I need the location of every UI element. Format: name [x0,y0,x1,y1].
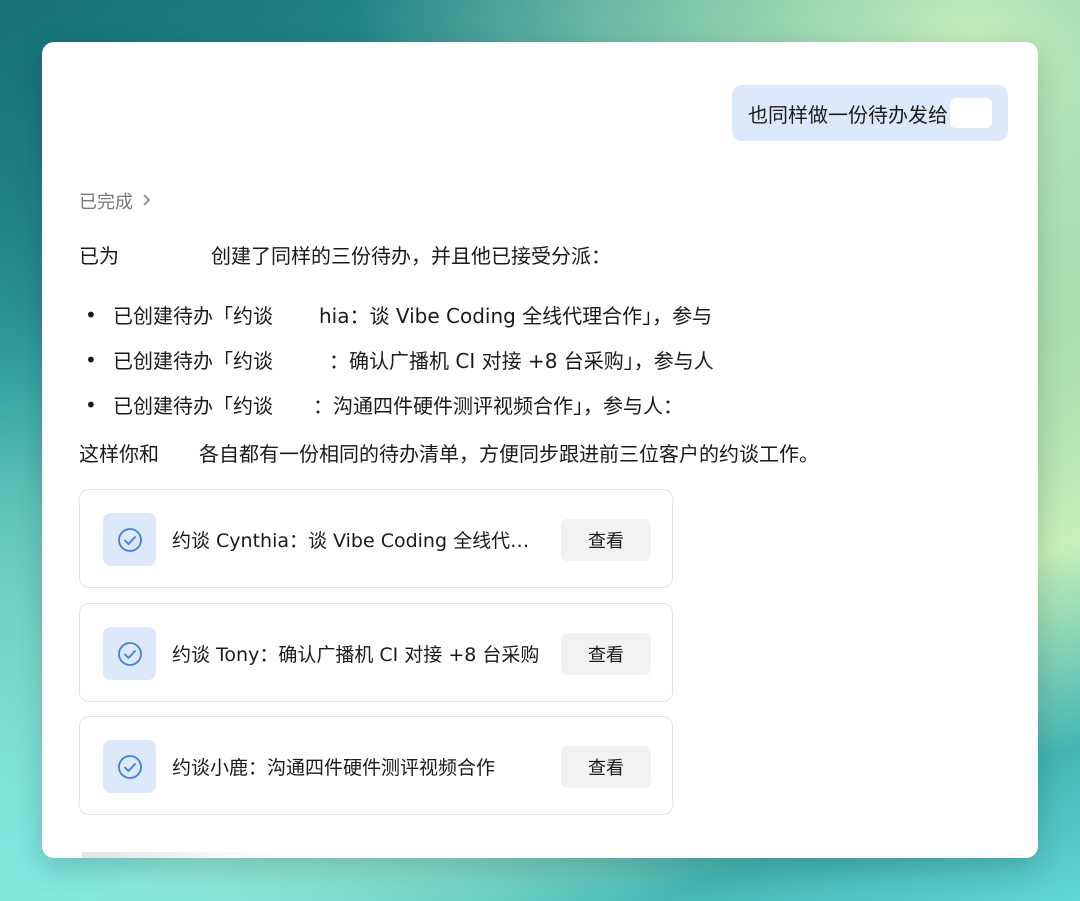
bullet-dot: • [85,302,97,327]
list-item: • 已创建待办「约谈 ：沟通四件硬件测评视频合作」，参与人： [79,382,739,427]
bullet-text-left: 已创建待办「约谈 [113,304,273,328]
user-message-bubble: 也同样做一份待办发给 [732,85,1008,141]
status-toggle[interactable]: 已完成 [79,188,151,214]
reply-closing: 这样你和 各自都有一份相同的待办清单，方便同步跟进前三位客户的约谈工作。 [79,438,819,467]
view-button[interactable]: 查看 [561,519,651,561]
todo-card[interactable]: 约谈 Tony：确认广播机 CI 对接 +8 台采购 查看 [79,603,673,702]
closing-prefix: 这样你和 [79,442,159,466]
bullet-dot: • [85,392,97,417]
bullet-text-left: 已创建待办「约谈 [113,349,273,373]
status-label: 已完成 [79,192,133,213]
closing-suffix: 各自都有一份相同的待办清单，方便同步跟进前三位客户的约谈工作。 [199,442,819,466]
view-button[interactable]: 查看 [561,633,651,675]
todo-card-title: 约谈 Tony：确认广播机 CI 对接 +8 台采购 [172,644,540,666]
check-circle-icon [103,740,156,793]
summary-prefix: 已为 [79,244,119,268]
user-message-text: 也同样做一份待办发给 [748,102,948,127]
bullet-dot: • [85,347,97,372]
check-circle-icon [103,513,156,566]
summary-suffix: 创建了同样的三份待办，并且他已接受分派： [211,244,611,268]
reply-summary: 已为 创建了同样的三份待办，并且他已接受分派： [79,240,611,269]
todo-card[interactable]: 约谈小鹿：沟通四件硬件测评视频合作 查看 [79,716,673,815]
todo-card-title: 约谈小鹿：沟通四件硬件测评视频合作 [172,757,496,779]
chevron-right-icon [141,192,151,211]
todo-card[interactable]: 约谈 Cynthia：谈 Vibe Coding 全线代理合作 查看 [79,489,673,588]
bullet-text-right: hia：谈 Vibe Coding 全线代理合作」，参与 [319,304,713,328]
bullet-text-right: ：确认广播机 CI 对接 +8 台采购」，参与人 [329,349,714,373]
check-circle-icon [103,627,156,680]
chat-window: 也同样做一份待办发给 已完成 已为 创建了同样的三份待办，并且他已接受分派： • … [42,42,1038,858]
todo-bullet-list: • 已创建待办「约谈 hia：谈 Vibe Coding 全线代理合作」，参与 … [79,292,739,427]
truncated-content [82,852,282,858]
redacted-name [950,98,992,128]
todo-card-title: 约谈 Cynthia：谈 Vibe Coding 全线代理合作 [172,530,542,552]
list-item: • 已创建待办「约谈 hia：谈 Vibe Coding 全线代理合作」，参与 [79,292,739,337]
view-button[interactable]: 查看 [561,746,651,788]
bullet-text-left: 已创建待办「约谈 [113,394,273,418]
bullet-text-right: ：沟通四件硬件测评视频合作」，参与人： [313,394,683,418]
list-item: • 已创建待办「约谈 ：确认广播机 CI 对接 +8 台采购」，参与人 [79,337,739,382]
